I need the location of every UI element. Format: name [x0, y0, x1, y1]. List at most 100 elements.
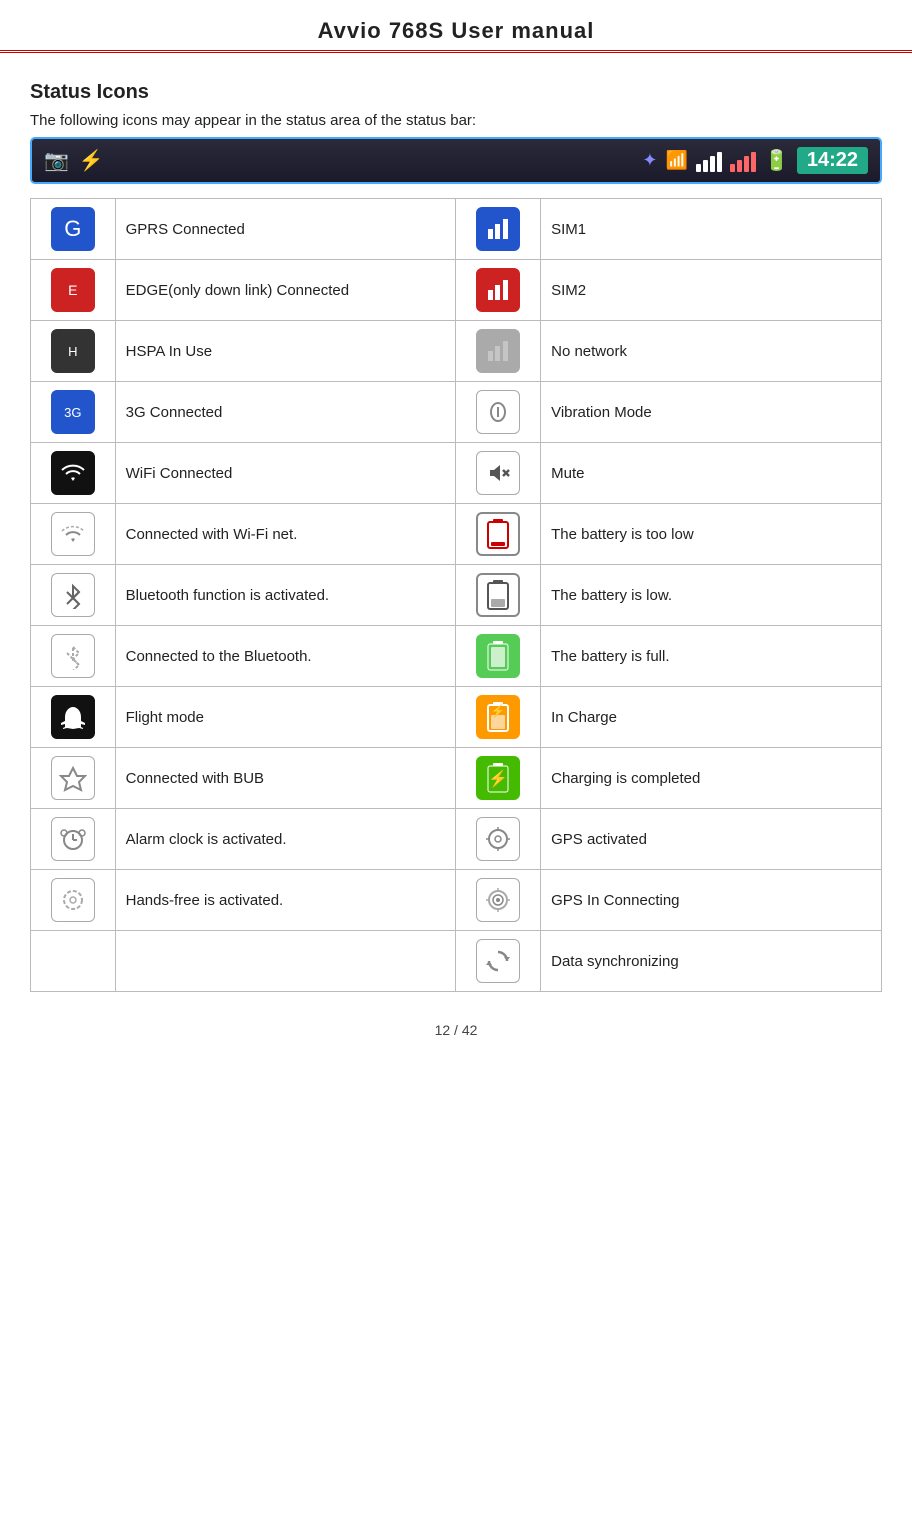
label-bat-toolow: The battery is too low: [541, 504, 882, 565]
icon-cell-hspa: H: [31, 321, 116, 382]
hspa-icon: H: [51, 329, 95, 373]
icon-cell-gps2: [456, 870, 541, 931]
icon-cell-nonet: [456, 321, 541, 382]
label-alarm: Alarm clock is activated.: [115, 809, 456, 870]
label-bat-low: The battery is low.: [541, 565, 882, 626]
page-footer: 12 / 42: [0, 992, 912, 1048]
table-row: Hands-free is activated. GPS In Connecti…: [31, 870, 882, 931]
table-row: E EDGE(only down link) Connected SIM2: [31, 260, 882, 321]
battery-toolow-icon: [476, 512, 520, 556]
label-bat-full: The battery is full.: [541, 626, 882, 687]
alarm-icon: [51, 817, 95, 861]
icon-cell-bt: [31, 565, 116, 626]
label-hspa: HSPA In Use: [115, 321, 456, 382]
3g-icon: 3G: [51, 390, 95, 434]
wifi2-icon: [51, 512, 95, 556]
intro-text: The following icons may appear in the st…: [30, 112, 882, 129]
label-incharge: In Charge: [541, 687, 882, 748]
status-bar-screenshot: 📷 ⚡ ✦ 📶 🔋 14:22: [30, 137, 882, 184]
table-row: Connected with Wi-Fi net. The battery is…: [31, 504, 882, 565]
table-row: Flight mode ⚡ In Charge: [31, 687, 882, 748]
signal-bars-2: [730, 150, 756, 172]
label-nonetwork: No network: [541, 321, 882, 382]
label-flight: Flight mode: [115, 687, 456, 748]
label-bt2: Connected to the Bluetooth.: [115, 626, 456, 687]
label-edge: EDGE(only down link) Connected: [115, 260, 456, 321]
bar3r: [744, 156, 749, 172]
icon-cell-bt2: [31, 626, 116, 687]
nonetwork-icon: [476, 329, 520, 373]
icon-cell-wifi: [31, 443, 116, 504]
sim2-icon: [476, 268, 520, 312]
icon-cell-empty: [31, 931, 116, 992]
icon-cell-charging-done: ⚡: [456, 748, 541, 809]
table-row: G GPRS Connected SIM1: [31, 199, 882, 260]
bar4: [717, 152, 722, 172]
bar2: [703, 160, 708, 172]
bub-icon: [51, 756, 95, 800]
label-gps: GPS activated: [541, 809, 882, 870]
icon-cell-bat-toolow: [456, 504, 541, 565]
icon-cell-bat-low: [456, 565, 541, 626]
table-row: Connected with BUB ⚡ Charging is complet…: [31, 748, 882, 809]
icon-cell-bub: [31, 748, 116, 809]
icon-cell-flight: [31, 687, 116, 748]
battery-status-icon: 🔋: [764, 148, 789, 173]
table-row: Bluetooth function is activated. The bat…: [31, 565, 882, 626]
label-wifi: WiFi Connected: [115, 443, 456, 504]
battery-low-icon: [476, 573, 520, 617]
label-gprs: GPRS Connected: [115, 199, 456, 260]
handsfree-icon: [51, 878, 95, 922]
table-row: H HSPA In Use No network: [31, 321, 882, 382]
status-icons-table: G GPRS Connected SIM1 E EDGE(only down l…: [30, 198, 882, 992]
icon-cell-3g: 3G: [31, 382, 116, 443]
edge-icon: E: [51, 268, 95, 312]
signal-bars-1: [696, 150, 722, 172]
bar1r: [730, 164, 735, 172]
bar2r: [737, 160, 742, 172]
label-vibration: Vibration Mode: [541, 382, 882, 443]
bluetooth-connected-icon: [51, 634, 95, 678]
section-title: Status Icons: [30, 81, 882, 104]
icon-cell-alarm: [31, 809, 116, 870]
battery-done-icon: ⚡: [476, 756, 520, 800]
icon-cell-wifi2: [31, 504, 116, 565]
table-row: Data synchronizing: [31, 931, 882, 992]
page-number: 12 / 42: [435, 1022, 478, 1038]
bar3: [710, 156, 715, 172]
status-bar-left: 📷 ⚡: [44, 148, 104, 173]
camera-icon: 📷: [44, 148, 69, 173]
label-handsfree: Hands-free is activated.: [115, 870, 456, 931]
sync-icon: [476, 939, 520, 983]
mute-icon: [476, 451, 520, 495]
icon-cell-vibration: [456, 382, 541, 443]
label-sim1: SIM1: [541, 199, 882, 260]
usb-icon: ⚡: [79, 148, 104, 173]
icon-cell-gprs: G: [31, 199, 116, 260]
label-wifi2: Connected with Wi-Fi net.: [115, 504, 456, 565]
gprs-icon: G: [51, 207, 95, 251]
bar4r: [751, 152, 756, 172]
icon-cell-sync: [456, 931, 541, 992]
status-bar-time: 14:22: [797, 147, 868, 174]
battery-incharge-icon: ⚡: [476, 695, 520, 739]
wifi-status-icon: 📶: [666, 150, 688, 171]
status-bar-right: ✦ 📶 🔋 14:22: [642, 147, 868, 174]
table-row: Connected to the Bluetooth. The battery …: [31, 626, 882, 687]
gps-icon: [476, 817, 520, 861]
page-header: Avvio 768S User manual: [0, 0, 912, 53]
battery-full-icon: [476, 634, 520, 678]
page-title: Avvio 768S User manual: [0, 18, 912, 44]
main-content: Status Icons The following icons may app…: [0, 63, 912, 992]
label-bt: Bluetooth function is activated.: [115, 565, 456, 626]
flight-mode-icon: [51, 695, 95, 739]
icon-cell-sim1: [456, 199, 541, 260]
label-empty: [115, 931, 456, 992]
icon-cell-edge: E: [31, 260, 116, 321]
table-row: Alarm clock is activated. GPS activated: [31, 809, 882, 870]
svg-text:⚡: ⚡: [491, 704, 506, 718]
label-sync: Data synchronizing: [541, 931, 882, 992]
icon-cell-gps: [456, 809, 541, 870]
label-sim2: SIM2: [541, 260, 882, 321]
icon-cell-handsfree: [31, 870, 116, 931]
